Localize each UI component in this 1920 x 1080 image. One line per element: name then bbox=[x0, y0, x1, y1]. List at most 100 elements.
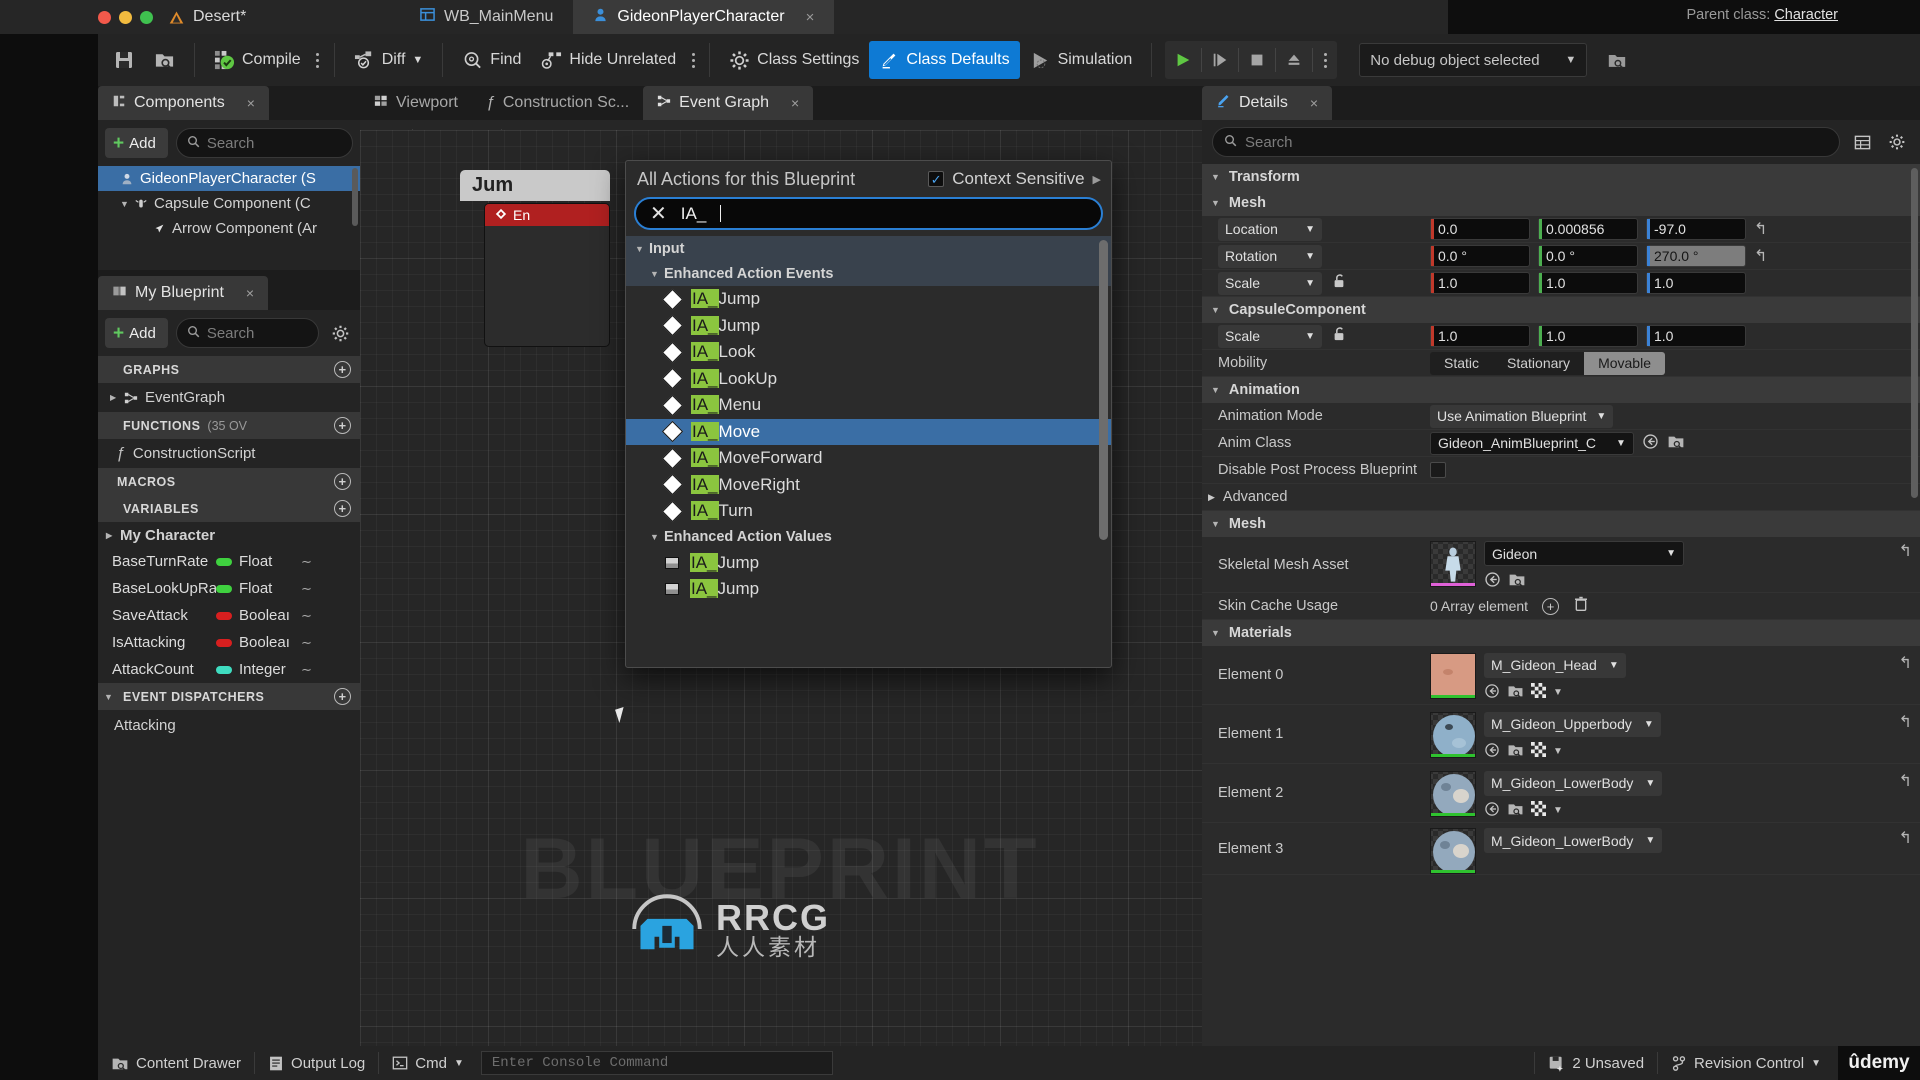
checker-icon[interactable] bbox=[1531, 801, 1546, 820]
scale-z-input[interactable]: 1.0 bbox=[1646, 272, 1746, 294]
tab-components[interactable]: Components × bbox=[98, 86, 269, 120]
debug-object-select[interactable]: No debug object selected ▼ bbox=[1359, 43, 1588, 77]
expander-icon[interactable]: ▼ bbox=[104, 692, 116, 702]
location-dropdown[interactable]: Location ▼ bbox=[1218, 217, 1322, 241]
close-window-button[interactable] bbox=[98, 11, 111, 24]
action-item-ia-turn[interactable]: IA_Turn bbox=[626, 498, 1111, 525]
details-scrollbar[interactable] bbox=[1911, 168, 1918, 498]
tab-details[interactable]: Details × bbox=[1202, 86, 1333, 120]
all-actions-menu[interactable]: All Actions for this Blueprint ✓ Context… bbox=[625, 160, 1112, 668]
node-event-pin[interactable]: En bbox=[485, 204, 609, 226]
search-options-button[interactable] bbox=[686, 52, 700, 68]
clear-x-icon[interactable]: ✕ bbox=[650, 204, 667, 224]
section-header-variables[interactable]: VARIABLES + bbox=[98, 495, 360, 522]
component-row-capsule[interactable]: ▼ Capsule Component (C bbox=[98, 191, 360, 216]
details-settings-button[interactable] bbox=[1884, 133, 1910, 151]
compile-options-button[interactable] bbox=[311, 52, 325, 68]
material-thumbnail[interactable] bbox=[1430, 770, 1476, 817]
browse-to-asset-icon[interactable] bbox=[1507, 683, 1524, 703]
anim-class-select[interactable]: Gideon_AnimBlueprint_C ▼ bbox=[1430, 431, 1634, 455]
diff-button[interactable]: Diff ▼ bbox=[344, 41, 434, 79]
details-search-input[interactable]: Search bbox=[1212, 127, 1840, 157]
category-mesh-transform[interactable]: ▼ Mesh bbox=[1202, 190, 1920, 216]
close-icon[interactable]: × bbox=[1310, 95, 1318, 111]
expander-icon[interactable]: ▼ bbox=[1211, 198, 1220, 208]
save-button[interactable] bbox=[104, 41, 144, 79]
mobility-option-stationary[interactable]: Stationary bbox=[1493, 352, 1584, 375]
section-header-macros[interactable]: MACROS + bbox=[98, 468, 360, 495]
content-drawer-button[interactable]: Content Drawer bbox=[98, 1046, 254, 1080]
add-macro-button[interactable]: + bbox=[334, 473, 351, 490]
maximize-window-button[interactable] bbox=[140, 11, 153, 24]
unlock-icon[interactable] bbox=[1332, 273, 1346, 293]
expander-icon[interactable]: ▼ bbox=[1211, 172, 1220, 182]
minimize-window-button[interactable] bbox=[119, 11, 132, 24]
animation-mode-select[interactable]: Use Animation Blueprint ▼ bbox=[1430, 404, 1614, 428]
category-animation[interactable]: ▼ Animation bbox=[1202, 377, 1920, 403]
variable-group-my-character[interactable]: ▶ My Character bbox=[98, 522, 360, 548]
reset-material-button[interactable]: ↰ bbox=[1899, 653, 1912, 673]
cmd-button[interactable]: Cmd ▼ bbox=[379, 1046, 477, 1080]
output-log-button[interactable]: Output Log bbox=[255, 1046, 378, 1080]
category-capsulecomponent[interactable]: ▼ CapsuleComponent bbox=[1202, 297, 1920, 323]
asset-tab-wb-mainmenu[interactable]: WB_MainMenu bbox=[400, 0, 573, 34]
action-item-ia-jump[interactable]: IA_Jump bbox=[626, 286, 1111, 313]
component-row-gideonplayercharacter[interactable]: GideonPlayerCharacter (S bbox=[98, 166, 360, 191]
components-scrollbar[interactable] bbox=[352, 168, 358, 226]
checker-icon[interactable] bbox=[1531, 742, 1546, 761]
skeletal-mesh-select[interactable]: Gideon ▼ bbox=[1484, 541, 1684, 566]
rotation-z-input[interactable]: 270.0 ° bbox=[1646, 245, 1746, 267]
context-sensitive-toggle[interactable]: ✓ Context Sensitive ▶ bbox=[928, 169, 1101, 189]
action-item-ia-moveforward[interactable]: IA_MoveForward bbox=[626, 445, 1111, 472]
action-menu-list[interactable]: ▼ Input ▼ Enhanced Action Events IA_Jump… bbox=[626, 236, 1111, 666]
location-x-input[interactable]: 0.0 bbox=[1430, 218, 1530, 240]
action-group-input[interactable]: ▼ Input bbox=[626, 236, 1111, 261]
parent-class-link[interactable]: Character bbox=[1774, 7, 1838, 23]
tab-construction-script[interactable]: ƒ Construction Sc... bbox=[472, 86, 643, 120]
material-thumbnail[interactable] bbox=[1430, 652, 1476, 699]
section-header-functions[interactable]: FUNCTIONS (35 OV + bbox=[98, 412, 360, 439]
skeletal-mesh-thumbnail[interactable] bbox=[1430, 541, 1476, 587]
expander-icon[interactable]: ▼ bbox=[650, 269, 664, 279]
material-thumbnail[interactable] bbox=[1430, 828, 1476, 874]
use-selected-asset-icon[interactable] bbox=[1642, 433, 1659, 454]
property-row-advanced[interactable]: ▶ Advanced bbox=[1202, 484, 1920, 511]
tab-viewport[interactable]: Viewport bbox=[360, 86, 472, 120]
material-select[interactable]: M_Gideon_LowerBody ▼ bbox=[1484, 770, 1663, 796]
rotation-y-input[interactable]: 0.0 ° bbox=[1538, 245, 1638, 267]
step-button[interactable] bbox=[1202, 41, 1238, 79]
use-selected-asset-icon[interactable] bbox=[1484, 801, 1500, 821]
browse-to-asset-icon[interactable] bbox=[1507, 801, 1524, 821]
action-item-value-ia-jump[interactable]: IA_Jump bbox=[626, 550, 1111, 577]
reset-material-button[interactable]: ↰ bbox=[1899, 828, 1912, 848]
reset-rotation-button[interactable]: ↰ bbox=[1754, 246, 1767, 266]
close-icon[interactable]: × bbox=[806, 9, 815, 26]
scale-dropdown[interactable]: Scale ▼ bbox=[1218, 271, 1322, 295]
visible-eye-icon[interactable]: ∼ bbox=[301, 608, 312, 624]
location-z-input[interactable]: -97.0 bbox=[1646, 218, 1746, 240]
myblueprint-search-input[interactable]: Search bbox=[175, 318, 319, 348]
function-row-constructionscript[interactable]: ƒ ConstructionScript bbox=[98, 439, 360, 468]
mobility-selector[interactable]: Static Stationary Movable bbox=[1430, 351, 1665, 375]
chevron-right-icon[interactable]: ▶ bbox=[1093, 173, 1101, 186]
category-mesh[interactable]: ▼ Mesh bbox=[1202, 511, 1920, 537]
capsule-scale-x-input[interactable]: 1.0 bbox=[1430, 325, 1530, 347]
category-materials[interactable]: ▼ Materials bbox=[1202, 620, 1920, 646]
use-selected-asset-icon[interactable] bbox=[1484, 683, 1500, 703]
visible-eye-icon[interactable]: ∼ bbox=[301, 662, 312, 678]
scale-x-input[interactable]: 1.0 bbox=[1430, 272, 1530, 294]
add-graph-button[interactable]: + bbox=[334, 361, 351, 378]
visible-eye-icon[interactable]: ∼ bbox=[301, 554, 312, 570]
material-select[interactable]: M_Gideon_LowerBody ▼ bbox=[1484, 828, 1663, 853]
action-item-ia-moveright[interactable]: IA_MoveRight bbox=[626, 472, 1111, 499]
close-icon[interactable]: × bbox=[247, 95, 255, 111]
add-function-button[interactable]: + bbox=[334, 417, 351, 434]
graph-row-eventgraph[interactable]: ▶ EventGraph bbox=[98, 383, 360, 412]
rotation-dropdown[interactable]: Rotation ▼ bbox=[1218, 244, 1322, 268]
compile-button[interactable]: Compile bbox=[204, 41, 311, 79]
add-variable-button[interactable]: + bbox=[334, 500, 351, 517]
details-content[interactable]: ▼ Transform ▼ Mesh Location ▼ 0.0 0.0008… bbox=[1202, 164, 1920, 1080]
myblueprint-settings-button[interactable] bbox=[327, 324, 353, 343]
details-columns-button[interactable] bbox=[1849, 134, 1875, 151]
asset-tab-gideonplayercharacter[interactable]: GideonPlayerCharacter × bbox=[573, 0, 835, 34]
